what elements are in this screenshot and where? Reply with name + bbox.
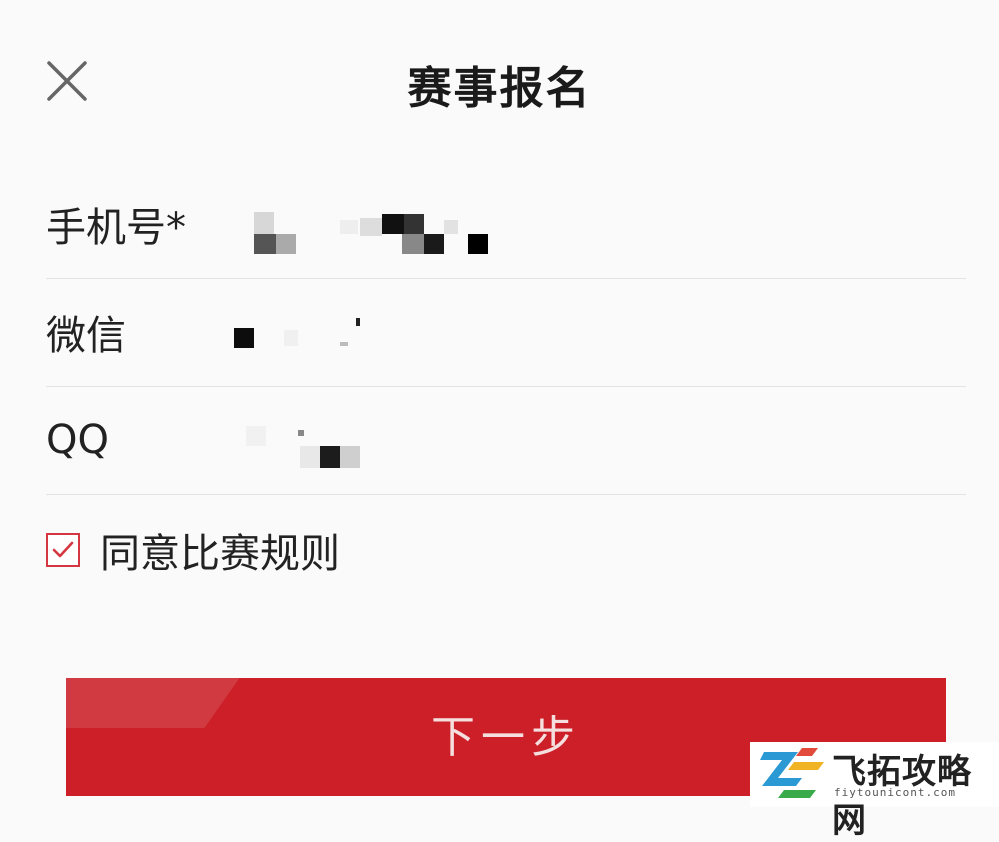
phone-label: 手机号* <box>46 205 186 251</box>
agree-checkbox[interactable] <box>46 533 80 567</box>
agree-rules-toggle[interactable]: 同意比赛规则 <box>46 524 340 577</box>
agree-rules-label: 同意比赛规则 <box>100 531 340 577</box>
checkbox-checked-icon <box>52 541 74 558</box>
qq-label: QQ <box>46 417 109 463</box>
phone-field-row: 手机号* <box>46 170 966 279</box>
site-url: fiytounicont.com <box>834 786 956 799</box>
next-step-label: 下一步 <box>431 713 581 762</box>
site-watermark: 飞拓攻略网 fiytounicont.com <box>750 742 999 841</box>
wechat-label: 微信 <box>46 313 126 359</box>
page-header: 赛事报名 <box>0 0 999 160</box>
site-logo-icon <box>760 748 824 798</box>
phone-input[interactable] <box>236 184 936 264</box>
qq-field-row: QQ <box>46 386 966 495</box>
button-sheen <box>66 678 268 728</box>
wechat-field-row: 微信 <box>46 278 966 387</box>
qq-input[interactable] <box>236 400 936 480</box>
wechat-input[interactable] <box>234 292 936 372</box>
page-title: 赛事报名 <box>407 63 592 114</box>
